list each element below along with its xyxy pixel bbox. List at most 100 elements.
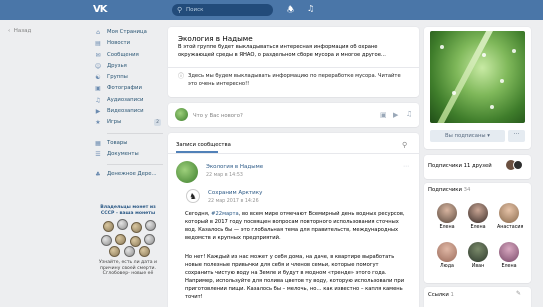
music-note-icon[interactable]: ♫ xyxy=(406,110,412,118)
news-icon: ▤ xyxy=(95,40,101,48)
nav-item-news[interactable]: ▤ Новости xyxy=(93,38,163,49)
edit-icon[interactable]: ✎ xyxy=(516,290,521,297)
nav-item-audio[interactable]: ♫ Аудиозаписи xyxy=(93,95,163,106)
nav-item-video[interactable]: ▶ Видеозаписи xyxy=(93,106,163,117)
nav-divider xyxy=(107,164,163,166)
links-header[interactable]: Ссылки 1 xyxy=(428,292,454,298)
search-icon[interactable]: ⚲ xyxy=(402,141,407,149)
search-placeholder: Поиск xyxy=(186,7,204,13)
post-author[interactable]: Экология в Надыме xyxy=(206,164,263,170)
post-text: Сегодня, xyxy=(185,211,212,217)
nav-item-goods[interactable]: ▦ Товары xyxy=(93,138,163,149)
back-link[interactable]: ‹ Назад xyxy=(8,28,31,34)
nav-item-groups[interactable]: ☯ Группы xyxy=(93,72,163,83)
photo-icon: ▣ xyxy=(95,85,101,93)
nav-divider xyxy=(107,132,163,134)
back-link-label: Назад xyxy=(13,28,32,34)
audio-icon: ♫ xyxy=(95,96,101,104)
games-badge: 2 xyxy=(154,119,161,127)
subscriber-item[interactable]: Елена xyxy=(497,242,521,269)
ad-subtitle: Узнайте, есть ли дата и причину своей см… xyxy=(99,260,157,277)
nav-item-messages[interactable]: ✉ Сообщения xyxy=(93,50,163,61)
top-bar: VK ⚲ Поиск 🕭 ♫ xyxy=(0,0,543,20)
ad-coins-image xyxy=(97,219,159,258)
ad-title: Владельцы монет из СССР - ваша монеты xyxy=(100,205,156,216)
group-cover-image[interactable] xyxy=(430,31,525,123)
subscribers-count: 34 xyxy=(463,187,471,193)
home-icon: ⌂ xyxy=(96,29,100,36)
avatar xyxy=(468,203,488,223)
hashtag-link[interactable]: #22марта xyxy=(211,211,239,217)
nav-item-label: Аудиозаписи xyxy=(107,96,144,103)
group-title: Экология в Надыме xyxy=(178,34,253,43)
nav-item-label: Денежное Дере... xyxy=(107,171,157,178)
post-paragraph-1: Сегодня, #22марта, во всем мире отмечают… xyxy=(185,211,407,243)
subscriber-name: Елена xyxy=(470,225,486,230)
documents-icon: ☰ xyxy=(95,150,101,158)
music-note-icon[interactable]: ♫ xyxy=(307,4,314,13)
subscriber-item[interactable]: Иван xyxy=(466,242,490,269)
friends-icon: ☺ xyxy=(94,62,102,70)
post-paragraph-2: Но нет! Каждый из нас может у себя дома,… xyxy=(185,254,405,300)
nav-item-games[interactable]: ★ Игры 2 xyxy=(93,117,163,128)
nav-item-label: Новости xyxy=(107,40,131,47)
groups-icon: ☯ xyxy=(95,74,101,82)
repost-avatar[interactable]: ♞ xyxy=(186,189,200,203)
subscribers-header[interactable]: Подписчики 34 xyxy=(428,187,470,193)
search-box[interactable]: ⚲ Поиск xyxy=(172,4,273,16)
advertisement[interactable]: Владельцы монет из СССР - ваша монеты Уз… xyxy=(93,205,163,277)
nav-item-label: Документы xyxy=(107,150,139,157)
nav-item-my-page[interactable]: ⌂ Моя Страница xyxy=(93,27,163,38)
friends-subscribers-text[interactable]: Подписчики 11 друзей xyxy=(428,163,492,169)
post-author-avatar[interactable] xyxy=(176,161,198,183)
video-icon[interactable]: ▶ xyxy=(393,111,398,119)
games-icon: ★ xyxy=(95,119,101,127)
nav-item-money-tree[interactable]: ♣ Денежное Дере... xyxy=(93,169,163,180)
avatar xyxy=(499,203,519,223)
subscriber-name: Елена xyxy=(501,264,517,269)
subscriber-item[interactable]: Анастасия xyxy=(497,203,524,230)
group-info-text: Здесь мы будем выкладывать информацию по… xyxy=(188,73,401,87)
more-button[interactable]: ··· xyxy=(508,130,525,142)
left-nav: ⌂ Моя Страница ▤ Новости ✉ Сообщения ☺ Друзь… xyxy=(93,27,163,181)
info-icon: ⓘ xyxy=(178,73,185,80)
tab-community-posts[interactable]: Записи сообщества xyxy=(176,142,231,148)
avatar xyxy=(437,203,457,223)
nav-item-label: Фотографии xyxy=(107,85,142,92)
nav-item-label: Группы xyxy=(107,74,128,81)
subscriber-item[interactable]: Елена xyxy=(435,203,459,230)
avatar xyxy=(437,242,457,262)
nav-item-label: Видеозаписи xyxy=(107,108,144,115)
subscriber-name: Анастасия xyxy=(497,225,524,230)
tab-divider xyxy=(168,153,419,154)
subscribers-label: Подписчики xyxy=(428,187,462,193)
post-input[interactable]: Что у Вас нового? xyxy=(193,113,243,119)
avatar xyxy=(499,242,519,262)
goods-icon: ▦ xyxy=(95,139,101,147)
repost-author[interactable]: Сохраним Арктику xyxy=(208,190,262,196)
nav-item-label: Сообщения xyxy=(107,51,139,58)
more-icon[interactable]: ⋯ xyxy=(403,163,409,170)
subscriber-name: Елена xyxy=(439,225,455,230)
repost-date[interactable]: 22 мар 2017 в 14:26 xyxy=(208,199,259,204)
group-description: В этой группе будет выкладываться интере… xyxy=(178,44,386,58)
nav-item-friends[interactable]: ☺ Друзья xyxy=(93,61,163,72)
post-date[interactable]: 22 мар в 14:53 xyxy=(206,173,243,178)
video-icon: ▶ xyxy=(95,108,101,116)
search-icon: ⚲ xyxy=(177,6,183,14)
nav-item-documents[interactable]: ☰ Документы xyxy=(93,149,163,160)
nav-item-label: Игры xyxy=(107,119,122,126)
bell-icon[interactable]: 🕭 xyxy=(287,4,294,18)
card-divider xyxy=(168,67,419,68)
nav-item-label: Друзья xyxy=(107,62,127,69)
subscriber-item[interactable]: Елена xyxy=(466,203,490,230)
links-count: 1 xyxy=(450,292,454,298)
nav-item-label: Моя Страница xyxy=(107,29,147,35)
nav-item-label: Товары xyxy=(107,139,128,146)
subscriber-name: Люда xyxy=(440,264,454,269)
subscribed-button[interactable]: Вы подписаны ▾ xyxy=(430,130,505,142)
subscriber-item[interactable]: Люда xyxy=(435,242,459,269)
vk-logo[interactable]: VK xyxy=(93,4,109,16)
camera-icon[interactable]: ▣ xyxy=(380,111,387,119)
nav-item-photos[interactable]: ▣ Фотографии xyxy=(93,83,163,94)
